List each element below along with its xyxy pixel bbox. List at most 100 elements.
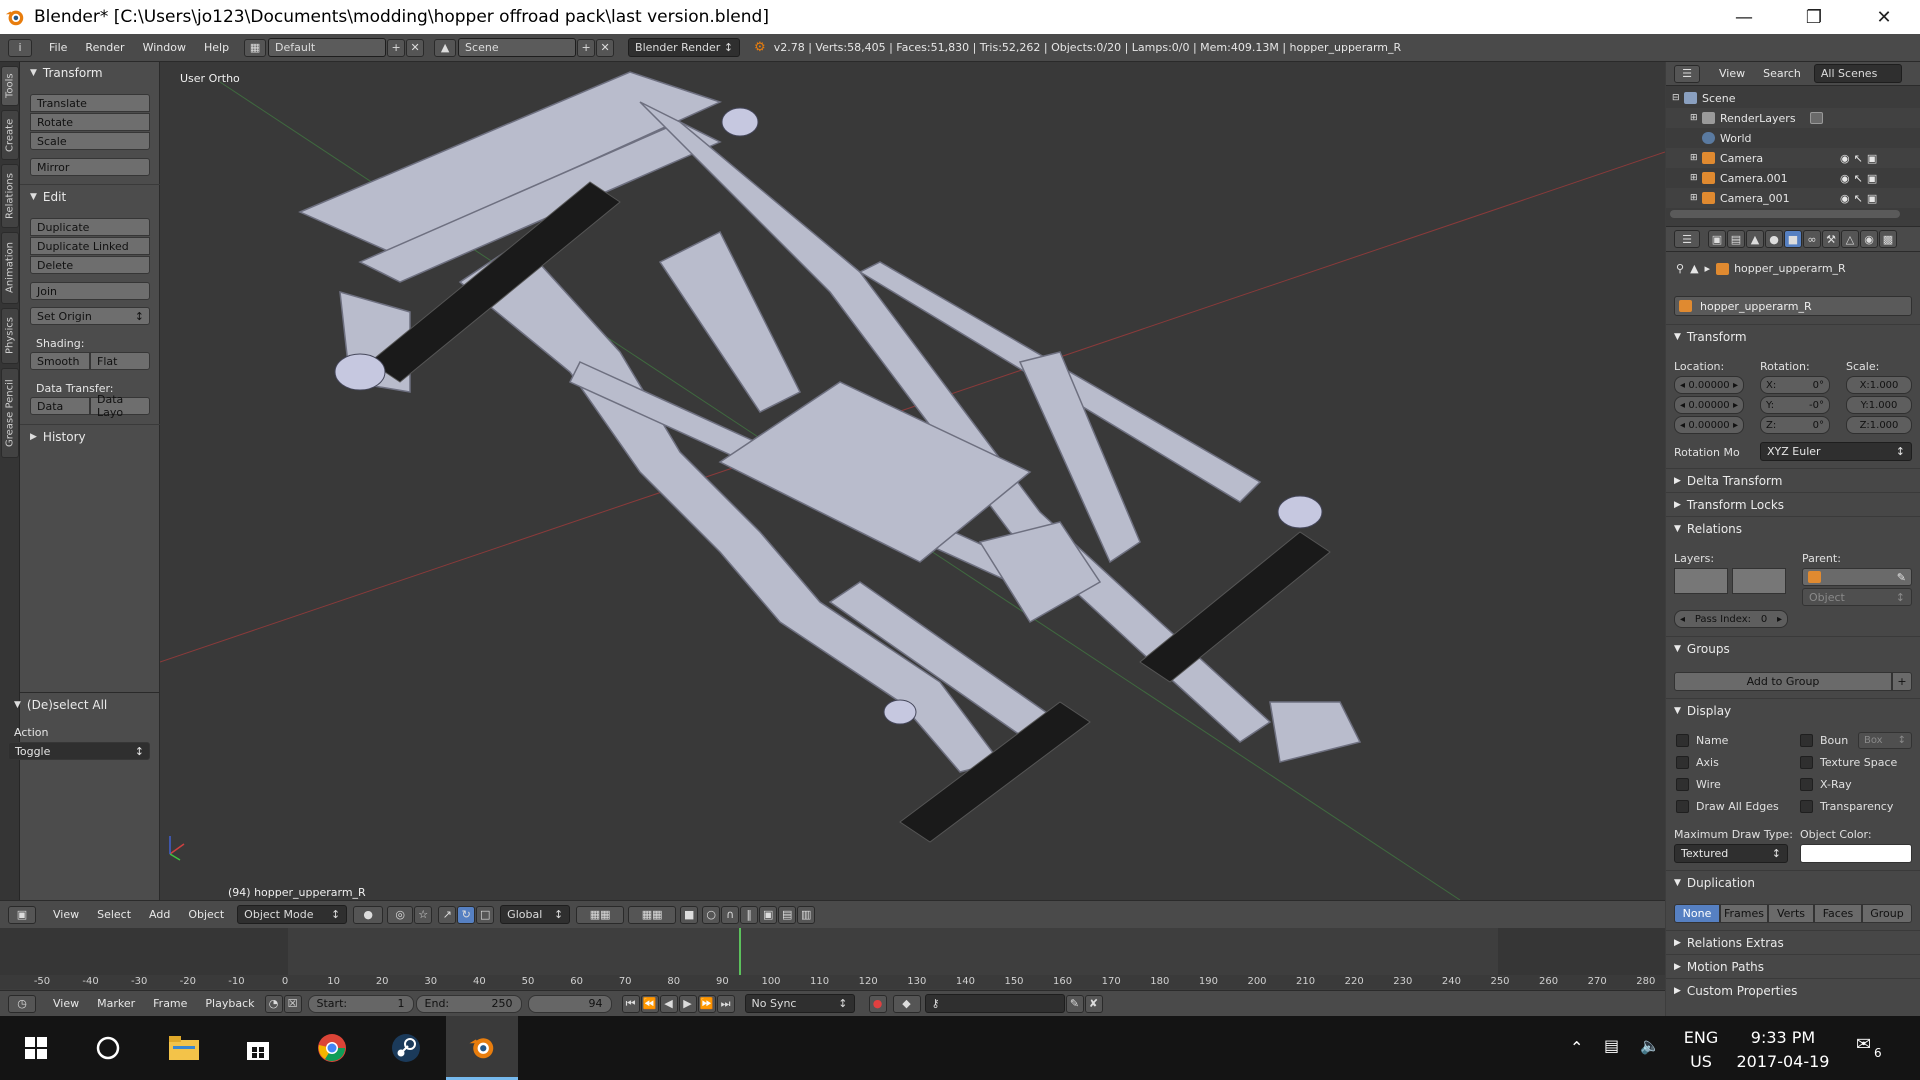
editor-type-3d-icon[interactable]: ▣ xyxy=(8,905,36,924)
pivot-point-icon[interactable]: ◎ xyxy=(387,905,414,924)
render-camera-icon[interactable]: ▣ xyxy=(1867,172,1877,185)
next-keyframe-icon[interactable]: ⏩ xyxy=(697,994,716,1013)
manipulator-toggle-icon[interactable]: ☆ xyxy=(414,905,433,924)
keying-set-icon[interactable]: ◆ xyxy=(892,994,921,1013)
snap-element-icon[interactable]: ‖ xyxy=(740,905,759,924)
end-frame-field[interactable]: End: 250 xyxy=(415,994,522,1013)
3d-viewport[interactable]: User Ortho (94) hopper_upperarm_R xyxy=(160,62,1665,900)
menu-view[interactable]: View xyxy=(44,908,88,921)
play-reverse-icon[interactable]: ◀ xyxy=(659,994,678,1013)
bounds-type-dropdown[interactable]: Box ↕ xyxy=(1858,732,1912,749)
constraints-tab-icon[interactable]: ∞ xyxy=(1803,230,1821,248)
lock-frame-icon[interactable]: ☒ xyxy=(283,994,302,1013)
snap-toggle-icon[interactable]: ∩ xyxy=(721,905,740,924)
deselect-all-header[interactable]: ▼ (De)select All xyxy=(14,698,107,712)
duplicate-button[interactable]: Duplicate xyxy=(30,218,150,236)
world-tab-icon[interactable]: ● xyxy=(1765,230,1783,248)
scale-y-field[interactable]: Y:1.000 xyxy=(1846,396,1912,414)
rotation-y-field[interactable]: Y: -0° xyxy=(1760,396,1830,414)
transform-locks-header[interactable]: ▶ Transform Locks xyxy=(1674,498,1784,512)
duplication-frames-button[interactable]: Frames xyxy=(1720,904,1768,923)
tab-create[interactable]: Create xyxy=(1,110,19,160)
layers-grid-b[interactable] xyxy=(1732,568,1786,594)
render-camera-icon[interactable]: ▤ xyxy=(778,905,797,924)
scene-tab-icon[interactable]: ▲ xyxy=(1746,230,1764,248)
scale-button[interactable]: Scale xyxy=(30,132,150,150)
texture-tab-icon[interactable]: ▩ xyxy=(1879,230,1897,248)
language-indicator[interactable]: ENG US xyxy=(1683,1026,1719,1074)
close-button[interactable]: ✕ xyxy=(1852,0,1916,34)
layers-grid-2-icon[interactable]: ▦▦ xyxy=(628,905,677,924)
insert-keyframe-icon[interactable]: ✎ xyxy=(1065,994,1084,1013)
selectable-arrow-icon[interactable]: ↖ xyxy=(1854,192,1863,205)
visibility-eye-icon[interactable]: ◉ xyxy=(1840,192,1850,205)
active-keying-set-field[interactable]: ⚷ xyxy=(924,994,1065,1013)
menu-select[interactable]: Select xyxy=(88,908,140,921)
object-tab-icon[interactable]: ■ xyxy=(1784,230,1802,248)
duplication-group-button[interactable]: Group xyxy=(1862,904,1912,923)
rotation-mode-dropdown[interactable]: XYZ Euler ↕ xyxy=(1760,442,1912,461)
selectable-arrow-icon[interactable]: ↖ xyxy=(1854,172,1863,185)
menu-file[interactable]: File xyxy=(40,41,76,54)
restore-button[interactable]: ❐ xyxy=(1782,0,1846,34)
auto-keying-icon[interactable]: ● xyxy=(868,994,887,1013)
set-origin-dropdown[interactable]: Set Origin ↕ xyxy=(30,307,150,325)
duplication-header[interactable]: ▼ Duplication xyxy=(1674,876,1755,890)
outliner-item-camera-001[interactable]: ⊞ Camera.001 ◉ ↖ ▣ xyxy=(1666,168,1920,188)
scale-manipulator-icon[interactable]: □ xyxy=(476,905,495,924)
object-color-swatch[interactable] xyxy=(1800,844,1912,863)
outliner-item-camera-001-b[interactable]: ⊞ Camera_001 ◉ ↖ ▣ xyxy=(1666,188,1920,208)
mirror-button[interactable]: Mirror xyxy=(30,158,150,176)
sync-selector[interactable]: No Sync ↕ xyxy=(744,994,855,1013)
outliner-item-scene[interactable]: ⊟ Scene xyxy=(1666,88,1920,108)
data-layout-button[interactable]: Data Layo xyxy=(90,393,150,419)
duplication-faces-button[interactable]: Faces xyxy=(1814,904,1862,923)
outliner-filter-selector[interactable]: All Scenes xyxy=(1813,64,1902,83)
scene-icon[interactable]: ▲ xyxy=(434,38,457,57)
motion-paths-header[interactable]: ▶ Motion Paths xyxy=(1674,960,1764,974)
name-checkbox[interactable] xyxy=(1676,734,1689,747)
draw-all-edges-checkbox[interactable] xyxy=(1676,800,1689,813)
location-y-field[interactable]: ◂ 0.00000 ▸ xyxy=(1674,396,1744,414)
editor-type-info-icon[interactable]: i xyxy=(8,38,32,57)
render-layers-tab-icon[interactable]: ▤ xyxy=(1727,230,1745,248)
pass-index-field[interactable]: ◂ Pass Index: 0 ▸ xyxy=(1674,610,1788,628)
bounds-checkbox[interactable] xyxy=(1800,734,1813,747)
steam-button[interactable] xyxy=(370,1016,442,1080)
blender-taskbar-button[interactable] xyxy=(446,1016,518,1080)
menu-view[interactable]: View xyxy=(44,997,88,1010)
eyedropper-icon[interactable]: ✎ xyxy=(1897,571,1906,584)
layers-grid-a[interactable] xyxy=(1674,568,1728,594)
delete-button[interactable]: Delete xyxy=(30,256,150,274)
menu-add[interactable]: Add xyxy=(140,908,179,921)
custom-properties-header[interactable]: ▶ Custom Properties xyxy=(1674,984,1797,998)
wire-checkbox[interactable] xyxy=(1676,778,1689,791)
location-x-field[interactable]: ◂ 0.00000 ▸ xyxy=(1674,376,1744,394)
menu-help[interactable]: Help xyxy=(195,41,238,54)
render-engine-selector[interactable]: Blender Render ↕ xyxy=(628,38,741,57)
history-panel-header[interactable]: ▶ History xyxy=(30,430,86,444)
start-button[interactable] xyxy=(0,1016,72,1080)
remove-layout-icon[interactable]: ✕ xyxy=(406,38,425,57)
data-tab-icon[interactable]: △ xyxy=(1841,230,1859,248)
relations-header[interactable]: ▼ Relations xyxy=(1674,522,1742,536)
action-dropdown[interactable]: Toggle ↕ xyxy=(8,742,150,760)
proportional-edit-icon[interactable]: ○ xyxy=(702,905,721,924)
flat-button[interactable]: Flat xyxy=(90,352,150,370)
translate-manipulator-icon[interactable]: ↗ xyxy=(438,905,457,924)
location-z-field[interactable]: ◂ 0.00000 ▸ xyxy=(1674,416,1744,434)
volume-icon[interactable]: 🔈 xyxy=(1640,1036,1660,1055)
add-to-group-button[interactable]: Add to Group xyxy=(1674,672,1892,691)
render-preview-icon[interactable]: ▣ xyxy=(759,905,778,924)
visibility-eye-icon[interactable]: ◉ xyxy=(1840,172,1850,185)
rotate-button[interactable]: Rotate xyxy=(30,113,150,131)
current-frame-field[interactable]: 94 xyxy=(527,994,612,1013)
menu-frame[interactable]: Frame xyxy=(144,997,196,1010)
add-group-plus-icon[interactable]: + xyxy=(1892,672,1912,691)
xray-checkbox[interactable] xyxy=(1800,778,1813,791)
editor-type-outliner-icon[interactable]: ☰ xyxy=(1674,64,1700,83)
delta-transform-header[interactable]: ▶ Delta Transform xyxy=(1674,474,1782,488)
scale-z-field[interactable]: Z:1.000 xyxy=(1846,416,1912,434)
delete-keyframe-icon[interactable]: ✘ xyxy=(1084,994,1103,1013)
store-button[interactable] xyxy=(222,1016,294,1080)
